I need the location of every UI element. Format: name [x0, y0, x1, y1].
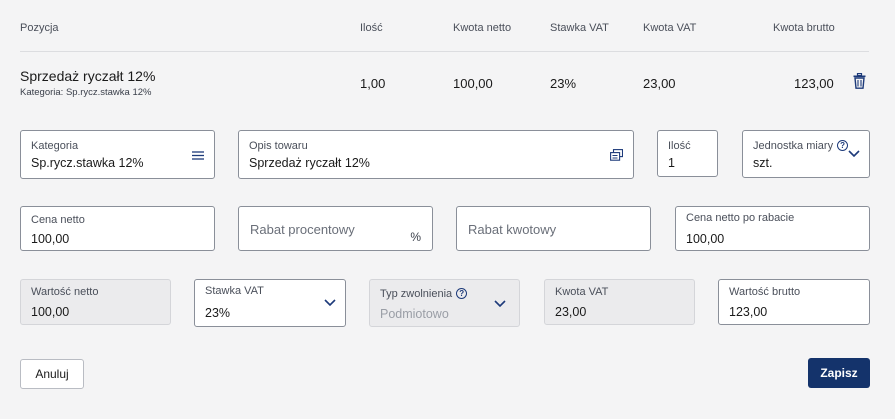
gross-value-field[interactable]: Wartość brutto 123,00	[718, 279, 870, 325]
save-button[interactable]: Zapisz	[808, 358, 870, 388]
cancel-button[interactable]: Anuluj	[20, 359, 84, 389]
net-price-after-discount-label: Cena netto po rabacie	[686, 212, 795, 224]
category-label: Kategoria	[31, 140, 79, 152]
header-vat-amount: Kwota VAT	[643, 22, 697, 34]
gross-value-label: Wartość brutto	[729, 286, 801, 298]
discount-percent-placeholder: Rabat procentowy	[250, 222, 355, 237]
net-price-field[interactable]: Cena netto 100,00	[20, 206, 215, 251]
net-value-value: 100,00	[31, 305, 70, 319]
description-field[interactable]: Opis towaru Sprzedaż ryczałt 12%	[238, 130, 634, 179]
quantity-value: 1	[668, 156, 675, 170]
row-quantity: 1,00	[360, 76, 386, 91]
discount-percent-field[interactable]: Rabat procentowy %	[238, 206, 433, 251]
exemption-label-wrap: Typ zwolnienia?	[380, 288, 468, 300]
row-gross-amount: 123,00	[794, 76, 834, 91]
position-title: Sprzedaż ryczałt 12%	[20, 68, 156, 84]
category-field[interactable]: Kategoria Sp.rycz.stawka 12%	[20, 130, 215, 179]
category-value: Sp.rycz.stawka 12%	[31, 156, 144, 170]
discount-amount-placeholder: Rabat kwotowy	[468, 222, 557, 237]
description-label: Opis towaru	[249, 140, 308, 152]
unit-select[interactable]: Jednostka miary? szt.	[742, 130, 870, 178]
header-vat-rate: Stawka VAT	[550, 22, 609, 34]
header-divider	[20, 51, 869, 52]
header-position: Pozycja	[20, 22, 59, 34]
info-icon[interactable]: ?	[456, 288, 468, 299]
exemption-type-label: Typ zwolnienia	[380, 288, 453, 300]
net-value-label: Wartość netto	[31, 286, 99, 298]
discount-amount-field[interactable]: Rabat kwotowy	[456, 206, 651, 251]
net-value-field: Wartość netto 100,00	[20, 279, 171, 325]
info-icon[interactable]: ?	[837, 140, 849, 151]
net-price-after-discount-value: 100,00	[686, 232, 725, 246]
net-price-value: 100,00	[31, 232, 70, 246]
vat-rate-value: 23%	[205, 306, 231, 320]
row-net-amount: 100,00	[453, 76, 493, 91]
vat-rate-label: Stawka VAT	[205, 285, 264, 297]
description-value: Sprzedaż ryczałt 12%	[249, 156, 370, 170]
vat-amount-field: Kwota VAT 23,00	[544, 279, 695, 325]
unit-value: szt.	[753, 156, 773, 170]
exemption-type-select: Typ zwolnienia? Podmiotowo	[369, 279, 520, 327]
catalog-icon[interactable]	[610, 149, 623, 161]
header-quantity: Ilość	[360, 22, 383, 34]
vat-amount-label: Kwota VAT	[555, 286, 609, 298]
quantity-field[interactable]: Ilość 1	[657, 130, 718, 177]
unit-label: Jednostka miary	[753, 140, 834, 152]
quantity-label: Ilość	[668, 140, 691, 152]
row-vat-rate: 23%	[550, 76, 577, 91]
position-category: Kategoria: Sp.rycz.stawka 12%	[20, 87, 152, 98]
unit-label-wrap: Jednostka miary?	[753, 140, 849, 152]
exemption-type-value: Podmiotowo	[380, 307, 449, 321]
chevron-down-icon	[494, 300, 506, 307]
net-price-after-discount-field[interactable]: Cena netto po rabacie 100,00	[675, 206, 870, 251]
vat-rate-select[interactable]: Stawka VAT 23%	[194, 279, 346, 327]
header-net-amount: Kwota netto	[453, 22, 512, 34]
header-gross-amount: Kwota brutto	[773, 22, 835, 34]
percent-suffix: %	[410, 230, 421, 244]
row-vat-amount: 23,00	[643, 76, 676, 91]
menu-icon[interactable]	[192, 151, 204, 160]
chevron-down-icon[interactable]	[848, 150, 860, 157]
trash-icon[interactable]	[853, 73, 866, 89]
vat-amount-value: 23,00	[555, 305, 587, 319]
net-price-label: Cena netto	[31, 214, 85, 226]
chevron-down-icon[interactable]	[324, 299, 336, 306]
gross-value-value: 123,00	[729, 305, 768, 319]
